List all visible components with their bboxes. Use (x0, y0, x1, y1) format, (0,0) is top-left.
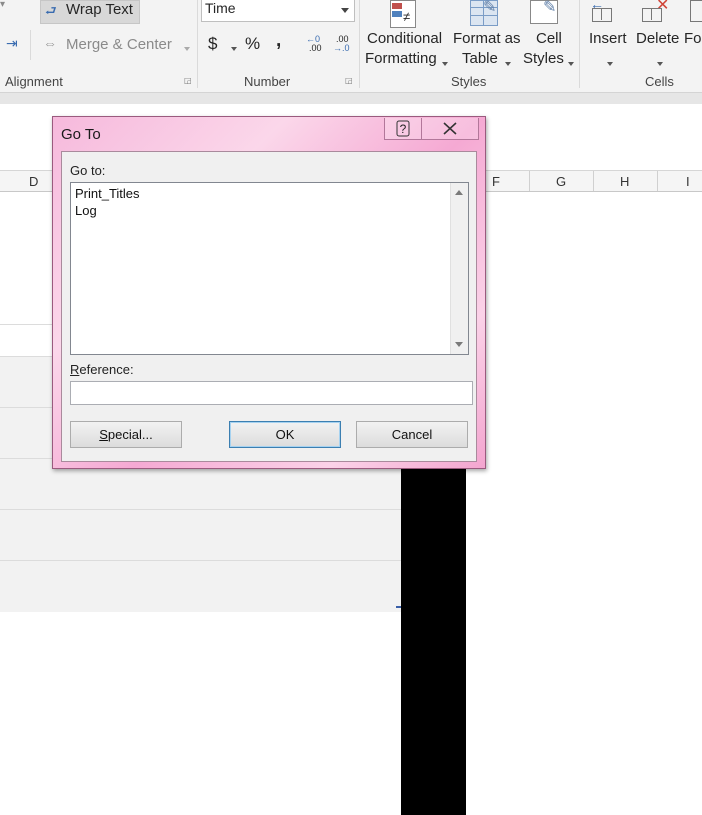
number-format-value: Time (205, 0, 236, 16)
column-header-h[interactable]: H (620, 174, 629, 189)
alignment-launcher-icon[interactable]: ◲ (184, 77, 192, 85)
list-item[interactable]: Print_Titles (75, 186, 140, 201)
divider (197, 0, 198, 88)
ok-button[interactable]: OK (229, 421, 341, 448)
reference-label-accel: R (70, 362, 80, 377)
number-launcher-icon[interactable]: ◲ (345, 77, 353, 85)
wrap-text-icon: ⮐ (45, 3, 57, 18)
cell-styles-icon: ✎ (530, 0, 558, 24)
indent-icon[interactable]: ⇥ (6, 35, 18, 52)
ribbon-bottom-edge (0, 92, 702, 104)
chevron-down-icon (604, 55, 613, 70)
chevron-down-icon (502, 55, 511, 70)
close-button[interactable] (421, 118, 479, 140)
cells-group-label: Cells (645, 74, 674, 89)
column-header-d[interactable]: D (29, 174, 38, 189)
help-icon: ? (396, 120, 410, 137)
currency-dropdown-icon[interactable] (228, 40, 237, 55)
special-button[interactable]: Special... (70, 421, 182, 448)
number-group-label: Number (244, 74, 291, 89)
list-item[interactable]: Log (75, 203, 97, 218)
dialog-body: Go to: Print_Titles Log Reference: Speci… (61, 151, 477, 462)
currency-button[interactable]: $ (208, 34, 217, 54)
goto-listbox[interactable]: Print_Titles Log (70, 182, 469, 355)
reference-label-text: eference: (79, 362, 134, 377)
conditional-formatting-button[interactable]: ≠ Conditional Formatting (362, 0, 448, 70)
delete-cells-icon: ✕ (642, 0, 669, 22)
scroll-up-icon[interactable] (455, 190, 463, 195)
cell-marker (396, 606, 401, 608)
delete-label: Delete (636, 30, 680, 47)
format-table-line1: Format as (453, 30, 521, 47)
column-header-f[interactable]: F (492, 174, 500, 189)
help-button[interactable]: ? (384, 118, 422, 140)
increase-decimal-button[interactable]: ←0 .00 (306, 34, 328, 54)
column-divider (593, 171, 594, 191)
svg-text:?: ? (400, 122, 407, 136)
increase-decimal-label: .00 (309, 43, 322, 53)
cond-fmt-line1: Conditional (367, 30, 443, 47)
sheet-row[interactable] (0, 509, 401, 560)
goto-label: Go to: (70, 163, 106, 178)
cell-styles-line2: Styles (523, 50, 564, 67)
merge-center-button[interactable]: Merge & Center (66, 36, 172, 53)
insert-button[interactable]: ← Insert (584, 0, 632, 70)
column-header-g[interactable]: G (556, 174, 566, 189)
delete-button[interactable]: ✕ Delete (634, 0, 684, 70)
insert-cells-icon: ← (590, 0, 612, 22)
divider (30, 30, 31, 60)
merge-dropdown-icon[interactable] (181, 40, 190, 55)
decrease-decimal-button[interactable]: .00 →.0 (333, 34, 355, 54)
reference-label: Reference: (70, 362, 134, 377)
format-label: Fo (684, 30, 702, 47)
styles-group-label: Styles (451, 74, 487, 89)
special-label: pecial... (107, 427, 153, 442)
close-icon (443, 122, 457, 135)
column-header-i[interactable]: I (686, 174, 690, 189)
reference-input[interactable] (70, 381, 473, 405)
merge-center-icon: ⇔ (43, 35, 57, 51)
format-table-icon: ✎ (470, 0, 498, 26)
dialog-title: Go To (61, 126, 101, 143)
chevron-down-icon (565, 55, 574, 70)
format-table-line2: Table (462, 50, 498, 67)
vertical-scrollbar[interactable] (450, 183, 468, 354)
column-divider (529, 171, 530, 191)
sheet-row[interactable] (0, 560, 401, 612)
format-as-table-button[interactable]: ✎ Format as Table (450, 0, 522, 70)
alignment-group-label: Alignment (5, 74, 63, 89)
conditional-formatting-icon: ≠ (390, 0, 416, 28)
format-button[interactable]: Fo (684, 0, 702, 70)
chevron-down-icon (341, 8, 349, 13)
align-dropdown-arrow[interactable]: ▾ (0, 0, 5, 10)
percent-button[interactable]: % (245, 34, 260, 54)
wrap-text-label: Wrap Text (66, 1, 133, 18)
chevron-down-icon (439, 55, 448, 70)
chevron-down-icon (654, 55, 663, 70)
cell-styles-line1: Cell (536, 30, 562, 47)
number-format-select[interactable]: Time (201, 0, 355, 22)
wrap-text-button[interactable]: ⮐ Wrap Text (40, 0, 140, 24)
cond-fmt-line2: Formatting (365, 50, 437, 67)
black-overlay-region (401, 462, 466, 815)
arrow-right-icon: →.0 (333, 43, 350, 53)
format-cells-icon (690, 0, 702, 22)
ribbon: ▾ ⮐ Wrap Text ⇥ ⇔ Merge & Center Alignme… (0, 0, 702, 92)
special-accel: S (99, 427, 108, 442)
column-divider (657, 171, 658, 191)
scroll-down-icon[interactable] (455, 342, 463, 347)
insert-label: Insert (589, 30, 627, 47)
comma-button[interactable]: , (276, 30, 281, 52)
cancel-button[interactable]: Cancel (356, 421, 468, 448)
cell-styles-button[interactable]: ✎ Cell Styles (522, 0, 576, 70)
divider (359, 0, 360, 88)
goto-dialog: Go To ? Go to: Print_Titles Log Referenc… (52, 116, 486, 469)
divider (579, 0, 580, 88)
